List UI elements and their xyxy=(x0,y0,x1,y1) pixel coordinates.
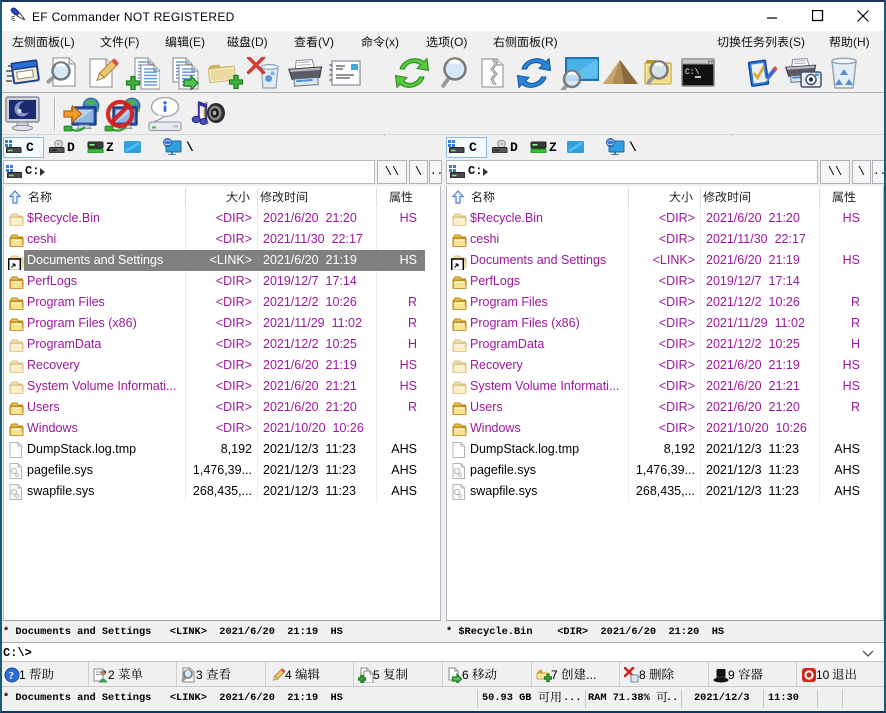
svg-text:?: ? xyxy=(9,670,15,682)
svg-text:C:\: C:\ xyxy=(685,68,700,77)
